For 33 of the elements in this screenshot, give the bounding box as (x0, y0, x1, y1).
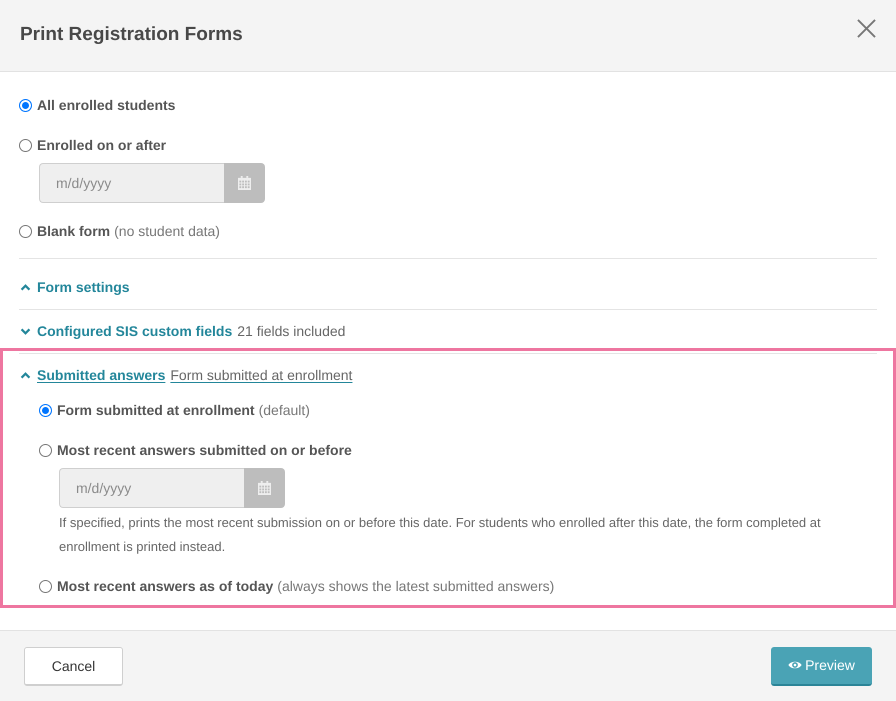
radio-label: Enrolled on or after (37, 137, 166, 153)
help-text: If specified, prints the most recent submission on or before this date. For students who enrolled after this date, the form completed at enrollment is printed instead. (59, 514, 822, 556)
radio-label: Blank form (37, 223, 110, 239)
radio-button[interactable] (19, 98, 32, 112)
chevron-up-icon[interactable] (20, 372, 31, 378)
calendar-icon (238, 176, 251, 190)
date-field[interactable]: m/d/yyyy (39, 163, 224, 203)
section-summary: Form submitted at enrollment (170, 367, 352, 383)
section-title-link[interactable]: Submitted answers (37, 367, 166, 383)
section-title-link[interactable]: Configured SIS custom fields (37, 323, 232, 339)
section-summary: 21 fields included (237, 323, 346, 339)
section-title-link[interactable]: Form settings (37, 279, 130, 295)
chevron-down-icon[interactable] (20, 328, 31, 334)
dialog-title: Print Registration Forms (20, 24, 243, 46)
cancel-button[interactable]: Cancel (24, 646, 123, 686)
radio-label: All enrolled students (37, 97, 176, 113)
eye-icon (788, 660, 802, 670)
radio-label: Most recent answers submitted on or before (57, 442, 352, 458)
radio-note: (always shows the latest submitted answers) (277, 578, 554, 594)
preview-button[interactable]: Preview (771, 646, 872, 686)
date-field[interactable]: m/d/yyyy (59, 468, 244, 508)
radio-note: (no student data) (114, 223, 220, 239)
radio-button[interactable] (39, 580, 52, 592)
radio-button[interactable] (39, 404, 52, 416)
radio-label: Form submitted at enrollment (57, 402, 255, 418)
radio-button[interactable] (19, 224, 32, 238)
close-icon[interactable] (857, 18, 876, 38)
radio-label: Most recent answers as of today (57, 578, 274, 594)
radio-button[interactable] (19, 138, 32, 152)
radio-note: (default) (258, 402, 310, 418)
radio-button[interactable] (39, 444, 52, 456)
calendar-icon (258, 481, 271, 495)
chevron-up-icon[interactable] (20, 284, 31, 290)
